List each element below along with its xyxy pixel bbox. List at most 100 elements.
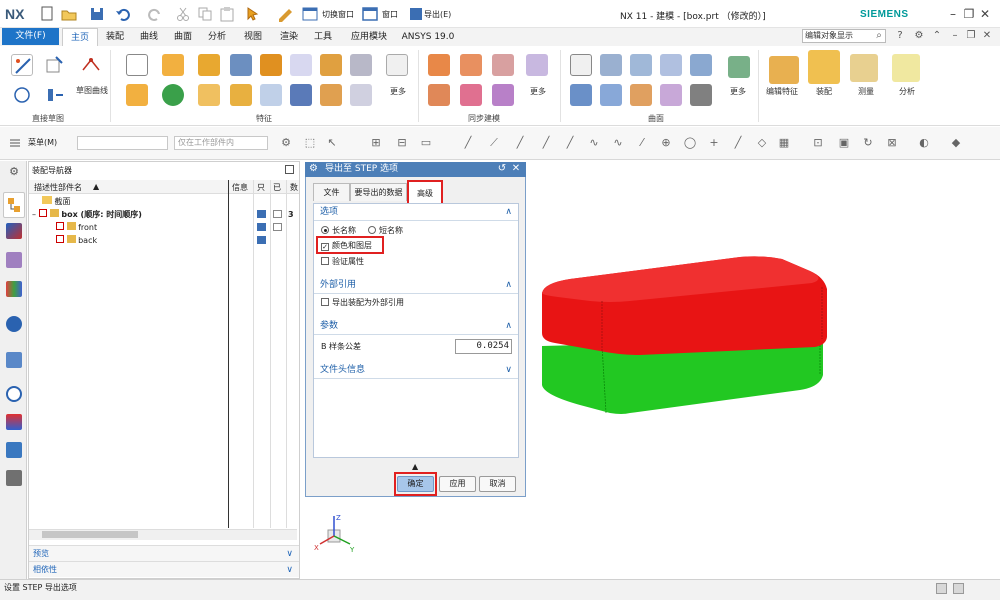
paste-icon[interactable] xyxy=(218,5,236,23)
settings-icon[interactable]: ⚙ xyxy=(912,29,926,43)
render-style-icon[interactable]: ◐ xyxy=(916,136,932,150)
tab-curve[interactable]: 曲线 xyxy=(134,28,164,46)
navigator-maximize-icon[interactable] xyxy=(285,165,294,174)
menu-icon[interactable] xyxy=(8,137,22,149)
file-header-section[interactable]: 文件头信息 ∨ xyxy=(314,362,518,379)
column-info-header[interactable]: 信息 xyxy=(232,182,248,193)
type-filter-select[interactable] xyxy=(77,136,168,150)
dialog-close-icon[interactable]: ✕ xyxy=(510,163,522,174)
close-button[interactable]: ✕ xyxy=(977,6,993,22)
offset-region-icon[interactable] xyxy=(492,54,514,76)
snap-point-icon[interactable]: + xyxy=(706,136,722,150)
deselect-icon[interactable]: ⊟ xyxy=(394,136,410,150)
tab-ansys[interactable]: ANSYS 19.0 xyxy=(400,28,456,46)
shell-icon[interactable] xyxy=(350,54,372,76)
edit-feature-icon[interactable] xyxy=(769,56,799,84)
collapse-icon[interactable]: – xyxy=(32,210,36,219)
trim-sheet-icon[interactable] xyxy=(690,84,712,106)
tab-tools[interactable]: 工具 xyxy=(308,28,338,46)
tab-file[interactable]: 文件 xyxy=(313,183,350,201)
resource-settings-icon[interactable]: ⚙ xyxy=(6,164,22,180)
edge-blend-icon[interactable] xyxy=(198,84,220,106)
history-icon[interactable] xyxy=(6,352,22,368)
cut-icon[interactable] xyxy=(174,5,192,23)
more-feature-label[interactable]: 更多 xyxy=(390,86,406,97)
search-icon[interactable]: ⌕ xyxy=(872,29,886,43)
list-item[interactable]: back xyxy=(56,234,97,247)
undo-icon[interactable] xyxy=(114,5,132,23)
column-name-header[interactable]: 描述性部件名 xyxy=(34,182,82,193)
more-surface-label[interactable]: 更多 xyxy=(730,86,746,97)
sketch-curve-label[interactable]: 草图曲线 xyxy=(76,85,108,96)
snap-midpoint-icon[interactable]: ⟋ xyxy=(486,136,502,150)
quick-pick-icon[interactable]: ↖ xyxy=(324,136,340,150)
orient-view-icon[interactable]: ⊠ xyxy=(884,136,900,150)
scrollbar-thumb[interactable] xyxy=(42,531,138,538)
external-ref-section-header[interactable]: 外部引用 ∧ xyxy=(314,277,518,294)
reuse-library-icon[interactable] xyxy=(6,281,22,297)
export-menu-label[interactable]: 导出(E) xyxy=(424,9,451,20)
datum-plane-icon[interactable] xyxy=(126,54,148,76)
thicken-icon[interactable] xyxy=(350,84,372,106)
collapse-up-icon[interactable]: ▲ xyxy=(412,462,418,471)
snap-arc-icon[interactable]: ⁄ xyxy=(634,136,650,150)
n-sided-icon[interactable] xyxy=(600,84,622,106)
rotate-icon[interactable]: ↻ xyxy=(860,136,876,150)
assembly-icon[interactable] xyxy=(808,50,840,84)
tab-analysis[interactable]: 分析 xyxy=(202,28,232,46)
clock-icon[interactable] xyxy=(6,386,22,402)
pattern-icon[interactable] xyxy=(290,54,312,76)
part-navigator-icon[interactable] xyxy=(6,252,22,268)
delete-face-icon[interactable] xyxy=(428,84,450,106)
intersect-icon[interactable] xyxy=(320,84,342,106)
verify-attr-checkbox[interactable]: 验证属性 xyxy=(321,256,364,268)
snap-curve-icon[interactable]: ∿ xyxy=(586,136,602,150)
save-icon[interactable] xyxy=(88,5,106,23)
boss-icon[interactable] xyxy=(260,54,282,76)
new-file-icon[interactable] xyxy=(38,5,56,23)
assembly-label[interactable]: 装配 xyxy=(816,86,832,97)
swept-icon[interactable] xyxy=(660,54,682,76)
circle-icon[interactable] xyxy=(11,84,33,106)
export-icon[interactable] xyxy=(410,8,422,20)
patch-icon[interactable] xyxy=(630,84,652,106)
cancel-button[interactable]: 取消 xyxy=(479,476,516,492)
column-count-header[interactable]: 数 xyxy=(290,182,298,193)
move-face-icon[interactable] xyxy=(428,54,450,76)
select-all-icon[interactable]: ⊞ xyxy=(368,136,384,150)
bounded-plane-icon[interactable] xyxy=(728,56,750,78)
snap-spline-icon[interactable]: ∿ xyxy=(610,136,626,150)
params-section-header[interactable]: 参数 ∧ xyxy=(314,318,518,335)
status-icon[interactable] xyxy=(936,583,947,594)
sketch-icon[interactable] xyxy=(11,54,33,76)
zoom-icon[interactable]: ▣ xyxy=(836,136,852,150)
revolve-icon[interactable] xyxy=(126,84,148,106)
minimize-button[interactable]: – xyxy=(945,6,961,22)
ruled-icon[interactable] xyxy=(690,54,712,76)
fit-view-icon[interactable]: ⊡ xyxy=(810,136,826,150)
reset-icon[interactable]: ↺ xyxy=(496,163,508,174)
collapse-ribbon-icon[interactable]: ⌃ xyxy=(930,29,944,43)
box-model[interactable] xyxy=(530,245,840,435)
edit-feature-label[interactable]: 编辑特征 xyxy=(766,86,798,97)
tab-home[interactable]: 主页 xyxy=(62,28,98,46)
pull-face-icon[interactable] xyxy=(460,54,482,76)
subtract-icon[interactable] xyxy=(290,84,312,106)
rectangle-select-icon[interactable]: ▭ xyxy=(418,136,434,150)
sew-icon[interactable] xyxy=(660,84,682,106)
sketch-task-icon[interactable] xyxy=(44,54,66,76)
redo-icon[interactable] xyxy=(146,5,164,23)
help-icon[interactable]: ? xyxy=(893,29,907,43)
window-menu-label[interactable]: 窗口 xyxy=(382,9,398,20)
snap-endpoint-icon[interactable]: ╱ xyxy=(460,136,476,150)
trim-body-icon[interactable] xyxy=(386,54,408,76)
list-item[interactable]: 截面 xyxy=(42,195,71,208)
analysis-label[interactable]: 分析 xyxy=(899,86,915,97)
tab-surface[interactable]: 曲面 xyxy=(168,28,198,46)
block-icon[interactable] xyxy=(198,54,220,76)
list-item[interactable]: front xyxy=(56,221,97,234)
through-curves-icon[interactable] xyxy=(600,54,622,76)
tab-applications[interactable]: 应用模块 xyxy=(344,28,394,46)
profile-icon[interactable] xyxy=(80,54,102,76)
tab-render[interactable]: 渲染 xyxy=(274,28,304,46)
